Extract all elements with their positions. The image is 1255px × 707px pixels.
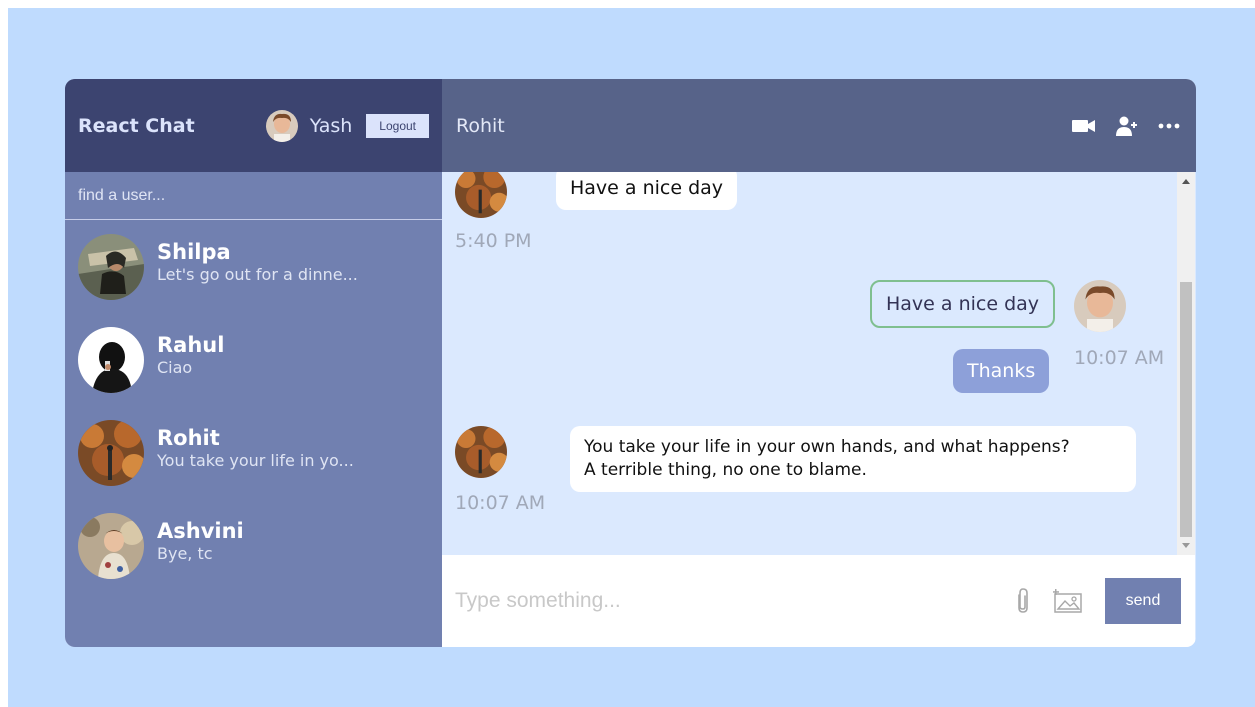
chat-name: Ashvini bbox=[157, 518, 244, 543]
app-logo: React Chat bbox=[78, 114, 195, 137]
add-user-icon[interactable] bbox=[1116, 115, 1138, 137]
chat-header-icons bbox=[1052, 79, 1180, 172]
scroll-up-arrow-icon[interactable] bbox=[1182, 179, 1190, 184]
scroll-thumb[interactable] bbox=[1180, 282, 1192, 537]
user-search bbox=[65, 172, 442, 220]
message-avatar bbox=[455, 172, 507, 218]
paperclip-icon[interactable] bbox=[1015, 587, 1031, 615]
chat-header: Rohit bbox=[442, 79, 1196, 172]
message-time: 5:40 PM bbox=[455, 230, 532, 252]
avatar bbox=[78, 326, 144, 393]
message-bubble: Have a nice day bbox=[556, 172, 738, 210]
message-bubble-own: Thanks bbox=[953, 349, 1050, 393]
chat-info: Rahul Ciao bbox=[157, 332, 224, 378]
chat-list: Shilpa Let's go out for a dinne... Rahul… bbox=[65, 220, 442, 592]
send-button[interactable]: send bbox=[1105, 578, 1181, 624]
chat-name: Shilpa bbox=[157, 239, 231, 264]
search-input[interactable] bbox=[65, 172, 442, 219]
chat-last-message: You take your life in yo... bbox=[157, 450, 354, 470]
avatar bbox=[78, 419, 144, 486]
page-background: React Chat Yash Logout find a user... Sh… bbox=[8, 8, 1255, 707]
message-list: Have a nice day 5:40 PM Have a nice day … bbox=[442, 172, 1195, 555]
chat-last-message: Let's go out for a dinne... bbox=[157, 264, 358, 284]
chat-app: React Chat Yash Logout find a user... Sh… bbox=[65, 79, 1196, 647]
chat-info: Rohit You take your life in yo... bbox=[157, 425, 354, 471]
chat-info: Shilpa Let's go out for a dinne... bbox=[157, 239, 358, 285]
message-avatar-own bbox=[1074, 280, 1126, 332]
message-input[interactable] bbox=[442, 555, 1015, 647]
video-icon[interactable] bbox=[1072, 118, 1096, 134]
current-user: Yash Logout bbox=[265, 79, 429, 172]
avatar bbox=[78, 512, 144, 579]
message-bubble: You take your life in your own hands, an… bbox=[570, 426, 1136, 492]
sidebar: React Chat Yash Logout find a user... Sh… bbox=[65, 79, 442, 647]
chat-last-message: Ciao bbox=[157, 357, 193, 377]
message-line: You take your life in your own hands, an… bbox=[584, 437, 1070, 457]
chat-last-message: Bye, tc bbox=[157, 543, 213, 563]
avatar bbox=[78, 233, 144, 300]
chat-info: Ashvini Bye, tc bbox=[157, 518, 244, 564]
more-icon[interactable] bbox=[1158, 123, 1180, 129]
message-time: 10:07 AM bbox=[1074, 347, 1165, 369]
message-time: 10:07 AM bbox=[455, 492, 546, 514]
logout-button[interactable]: Logout bbox=[366, 113, 429, 138]
chat-item-rohit[interactable]: Rohit You take your life in yo... bbox=[65, 406, 442, 499]
sidebar-navbar: React Chat Yash Logout bbox=[65, 79, 442, 172]
chat-name: Rohit bbox=[157, 425, 220, 450]
chat-item-rahul[interactable]: Rahul Ciao bbox=[65, 313, 442, 406]
message-line: A terrible thing, no one to blame. bbox=[584, 460, 867, 480]
scroll-down-arrow-icon[interactable] bbox=[1182, 543, 1190, 548]
chat-item-shilpa[interactable]: Shilpa Let's go out for a dinne... bbox=[65, 220, 442, 313]
image-upload-icon[interactable] bbox=[1053, 588, 1083, 614]
message-scrollbar[interactable] bbox=[1177, 172, 1195, 555]
current-user-name: Yash bbox=[309, 114, 353, 137]
chat-title: Rohit bbox=[456, 114, 505, 137]
message-avatar bbox=[455, 426, 507, 478]
current-user-avatar bbox=[265, 109, 298, 142]
message-bubble-own: Have a nice day bbox=[870, 280, 1056, 328]
chat-panel: Rohit Have a nice day 5:40 PM Have a nic… bbox=[442, 79, 1196, 647]
chat-item-ashvini[interactable]: Ashvini Bye, tc bbox=[65, 499, 442, 592]
chat-name: Rahul bbox=[157, 332, 225, 357]
message-input-bar: send bbox=[442, 555, 1195, 647]
